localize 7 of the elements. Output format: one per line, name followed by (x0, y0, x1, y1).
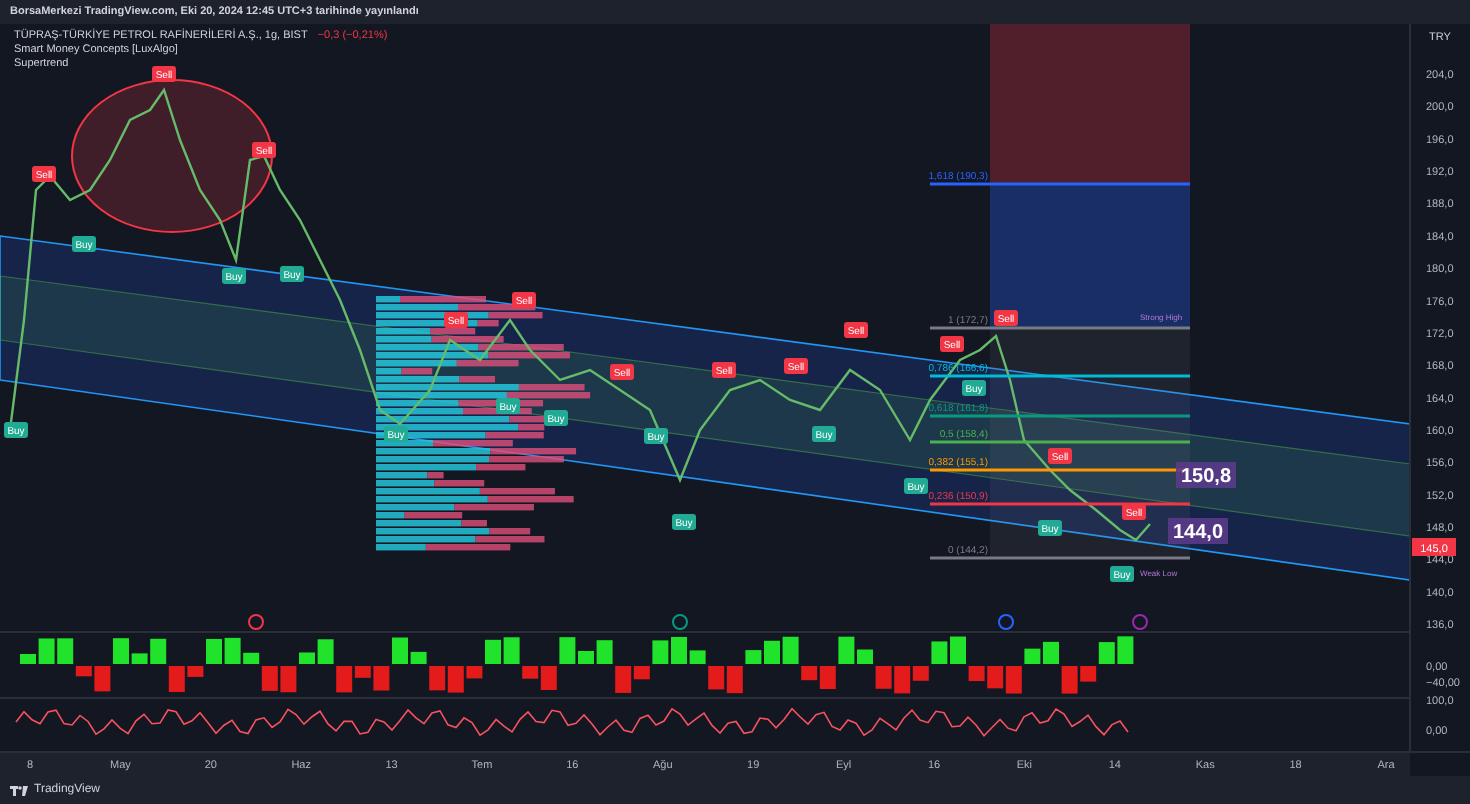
event-marker-icon[interactable] (248, 614, 264, 630)
logo-icon (10, 785, 28, 795)
event-marker-icon[interactable] (672, 614, 688, 630)
price-tag: 144,0 (1168, 518, 1228, 544)
event-marker-icon[interactable] (998, 614, 1014, 630)
event-marker-icon[interactable] (1132, 614, 1148, 630)
price-tag: 150,8 (1176, 462, 1236, 488)
